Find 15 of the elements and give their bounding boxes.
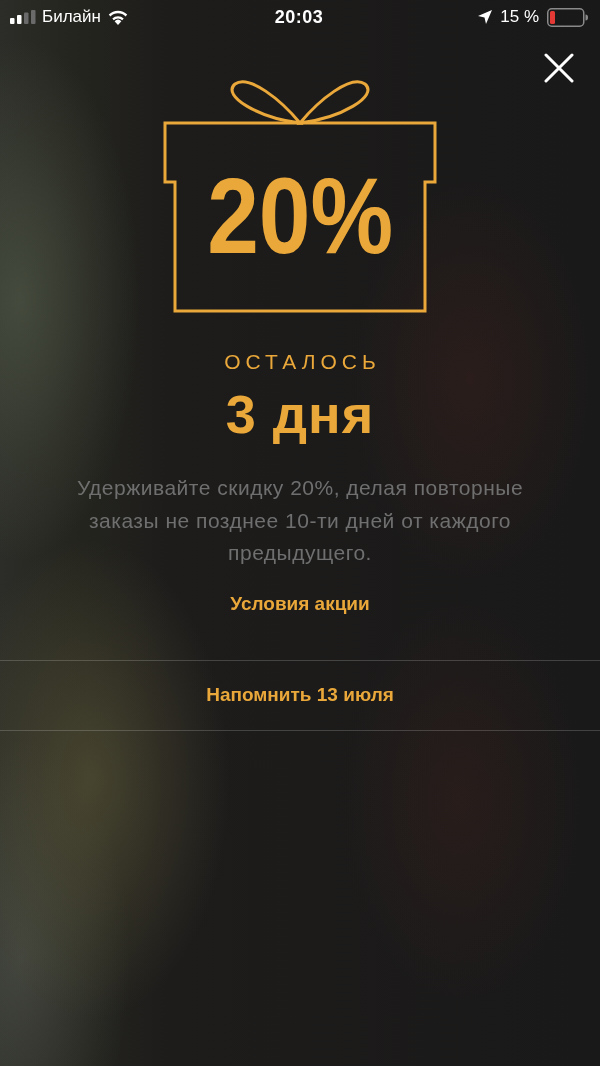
discount-value: 20% xyxy=(207,166,393,266)
wifi-icon xyxy=(106,9,129,25)
signal-icon xyxy=(10,10,36,24)
battery-percent: 15 % xyxy=(500,7,539,27)
remaining-label: ОСТАЛОСЬ xyxy=(223,349,381,375)
battery-icon xyxy=(547,7,588,27)
close-icon xyxy=(544,53,574,83)
promo-description: Удерживайте скидку 20%, делая повторные заказы не позднее 10-ти дней от каждого предыдущего. xyxy=(75,475,525,566)
close-button[interactable] xyxy=(542,51,576,85)
location-arrow-icon xyxy=(478,10,493,24)
terms-link[interactable]: Условия акции xyxy=(230,591,370,616)
remind-button[interactable]: Напомнить 13 июля xyxy=(0,660,600,730)
status-time: 20:03 xyxy=(274,6,324,28)
carrier-name: Билайн xyxy=(42,7,101,27)
remaining-days: 3 дня xyxy=(225,385,375,443)
